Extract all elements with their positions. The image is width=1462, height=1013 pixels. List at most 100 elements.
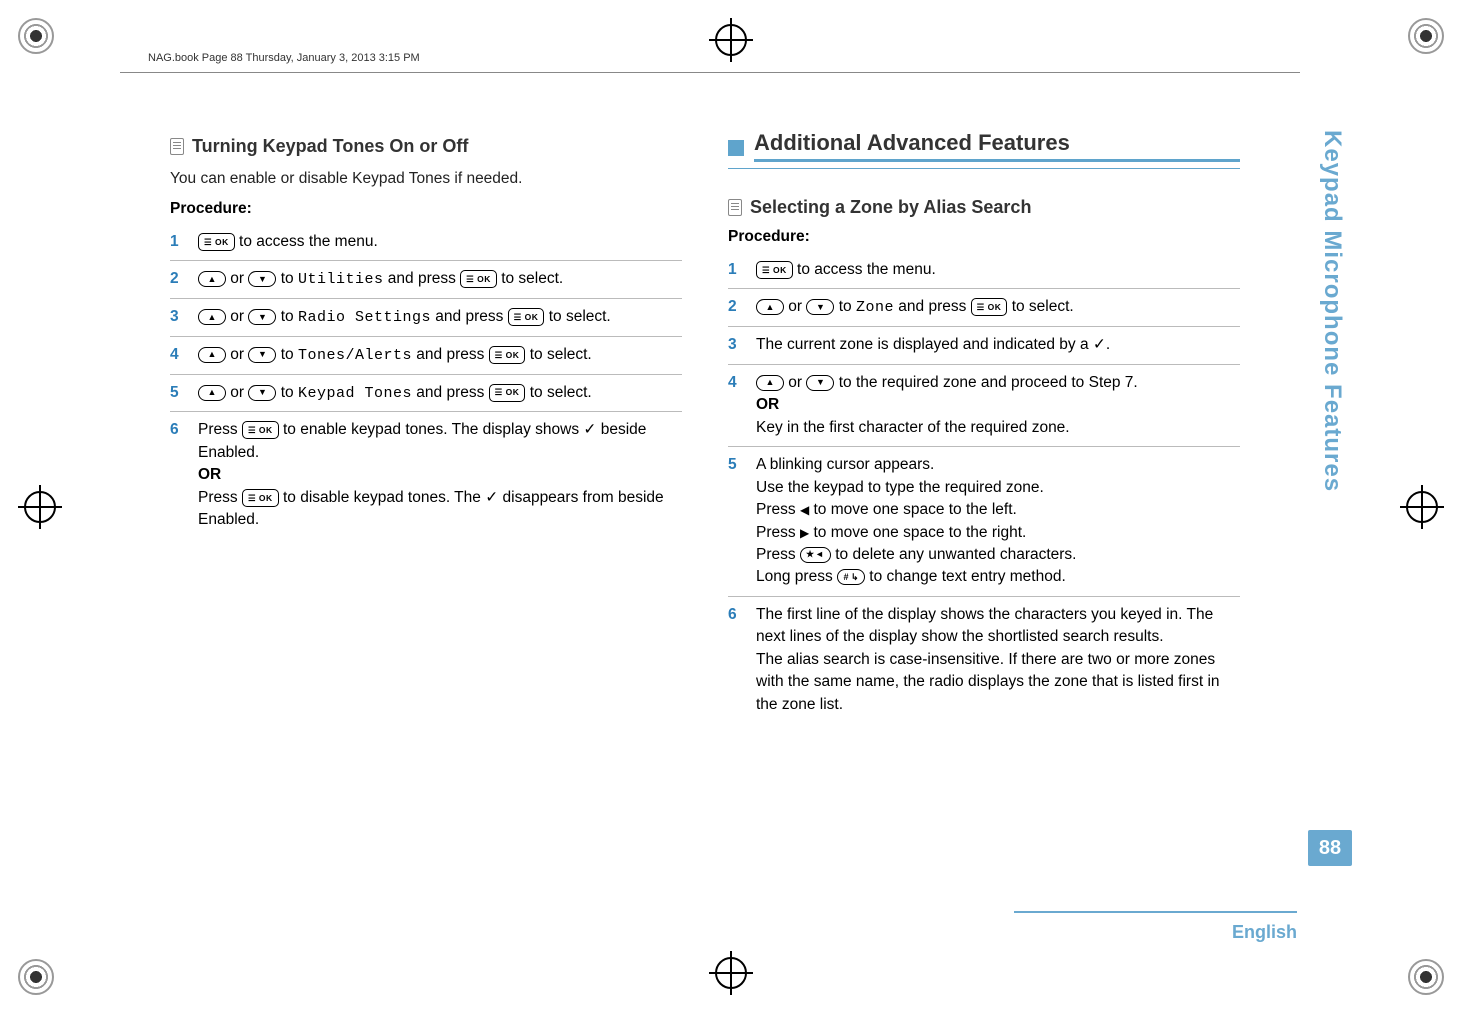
- text: to select.: [544, 308, 610, 325]
- text: or: [226, 346, 248, 363]
- down-arrow-icon: [248, 385, 276, 401]
- text: to: [276, 270, 298, 287]
- down-arrow-icon: [248, 309, 276, 325]
- ok-button-icon: [508, 308, 545, 326]
- check-icon: ✓: [583, 421, 596, 438]
- up-arrow-icon: [198, 347, 226, 363]
- right-step-4: 4 or to the required zone and proceed to…: [728, 365, 1240, 447]
- step-number: 3: [170, 306, 188, 328]
- left-step-2: 2 or to Utilities and press to select.: [170, 261, 682, 299]
- text: A blinking cursor appears.: [756, 456, 934, 473]
- left-step-3: 3 or to Radio Settings and press to sele…: [170, 299, 682, 337]
- left-step-4: 4 or to Tones/Alerts and press to select…: [170, 337, 682, 375]
- book-header: NAG.book Page 88 Thursday, January 3, 20…: [148, 52, 420, 64]
- text: The current zone is displayed and indica…: [756, 336, 1093, 353]
- footer-rule: [165, 911, 1297, 913]
- right-step-3: 3 The current zone is displayed and indi…: [728, 327, 1240, 364]
- text: Use the keypad to type the required zone…: [756, 479, 1044, 496]
- side-tab-label: Keypad Microphone Features: [1318, 130, 1346, 650]
- text: to select.: [1007, 298, 1073, 315]
- right-step-1: 1 to access the menu.: [728, 252, 1240, 289]
- right-step-5: 5 A blinking cursor appears. Use the key…: [728, 447, 1240, 597]
- text: and press: [412, 346, 489, 363]
- left-heading-text: Turning Keypad Tones On or Off: [192, 136, 468, 157]
- text: or: [784, 374, 806, 391]
- text: to select.: [525, 384, 591, 401]
- page-number-badge: 88: [1308, 830, 1352, 866]
- document-icon: [170, 138, 184, 155]
- right-column: Additional Advanced Features Selecting a…: [728, 130, 1240, 723]
- text: to move one space to the right.: [809, 524, 1026, 541]
- menu-keypad-tones: Keypad Tones: [298, 385, 412, 402]
- ok-button-icon: [460, 270, 497, 288]
- text: to: [276, 384, 298, 401]
- text: and press: [894, 298, 971, 315]
- text: Long press: [756, 568, 837, 585]
- right-sub-heading: Selecting a Zone by Alias Search: [728, 191, 1240, 220]
- right-step-2: 2 or to Zone and press to select.: [728, 289, 1240, 327]
- step-number: 4: [728, 372, 746, 394]
- text: Key in the first character of the requir…: [756, 419, 1070, 436]
- text: to change text entry method.: [865, 568, 1066, 585]
- step-number: 1: [728, 259, 746, 281]
- or-label: OR: [756, 396, 779, 413]
- menu-zone: Zone: [856, 299, 894, 316]
- major-heading: Additional Advanced Features: [754, 130, 1240, 162]
- up-arrow-icon: [198, 385, 226, 401]
- hash-button-icon: [837, 569, 865, 585]
- text: to: [276, 346, 298, 363]
- step-number: 1: [170, 231, 188, 253]
- right-procedure-label: Procedure:: [728, 228, 1240, 246]
- text: Press: [198, 421, 242, 438]
- text: or: [226, 384, 248, 401]
- text: .: [1106, 336, 1110, 353]
- document-icon: [728, 199, 742, 216]
- right-sub-heading-text: Selecting a Zone by Alias Search: [750, 197, 1031, 218]
- step1-text: to access the menu.: [235, 233, 378, 250]
- menu-radio-settings: Radio Settings: [298, 309, 431, 326]
- text: to disable keypad tones. The: [279, 489, 486, 506]
- side-tab: Keypad Microphone Features: [1312, 130, 1352, 790]
- ok-button-icon: [242, 421, 279, 439]
- text: to select.: [497, 270, 563, 287]
- left-step-1: 1 to access the menu.: [170, 224, 682, 261]
- step6-text: The first line of the display shows the …: [756, 604, 1240, 716]
- left-section-heading: Turning Keypad Tones On or Off: [170, 130, 682, 159]
- ok-button-icon: [971, 298, 1008, 316]
- or-label: OR: [198, 466, 221, 483]
- text: to enable keypad tones. The display show…: [279, 421, 584, 438]
- left-column: Turning Keypad Tones On or Off You can e…: [170, 130, 682, 723]
- major-heading-row: Additional Advanced Features: [728, 130, 1240, 162]
- up-arrow-icon: [756, 299, 784, 315]
- text: to delete any unwanted characters.: [831, 546, 1077, 563]
- up-arrow-icon: [756, 375, 784, 391]
- step-number: 6: [170, 419, 188, 441]
- step-number: 2: [728, 296, 746, 318]
- page-content: Turning Keypad Tones On or Off You can e…: [170, 130, 1240, 723]
- text: Press: [756, 501, 800, 518]
- text: or: [226, 308, 248, 325]
- text: and press: [383, 270, 460, 287]
- major-heading-underline: [728, 168, 1240, 169]
- step-number: 3: [728, 334, 746, 356]
- footer-language: English: [1232, 922, 1297, 943]
- right-steps: 1 to access the menu. 2 or to Zone and p…: [728, 252, 1240, 723]
- step-number: 5: [728, 454, 746, 476]
- ok-button-icon: [489, 384, 526, 402]
- left-intro: You can enable or disable Keypad Tones i…: [170, 169, 682, 190]
- down-arrow-icon: [248, 271, 276, 287]
- step-number: 4: [170, 344, 188, 366]
- left-step-5: 5 or to Keypad Tones and press to select…: [170, 375, 682, 413]
- down-arrow-icon: [248, 347, 276, 363]
- step-number: 2: [170, 268, 188, 290]
- left-procedure-label: Procedure:: [170, 200, 682, 218]
- right-arrow-icon: [800, 524, 809, 541]
- step-number: 6: [728, 604, 746, 626]
- text: to: [834, 298, 856, 315]
- text: or: [226, 270, 248, 287]
- check-icon: ✓: [485, 489, 498, 506]
- star-delete-button-icon: [800, 547, 831, 563]
- menu-tones-alerts: Tones/Alerts: [298, 347, 412, 364]
- down-arrow-icon: [806, 299, 834, 315]
- text: Press: [756, 524, 800, 541]
